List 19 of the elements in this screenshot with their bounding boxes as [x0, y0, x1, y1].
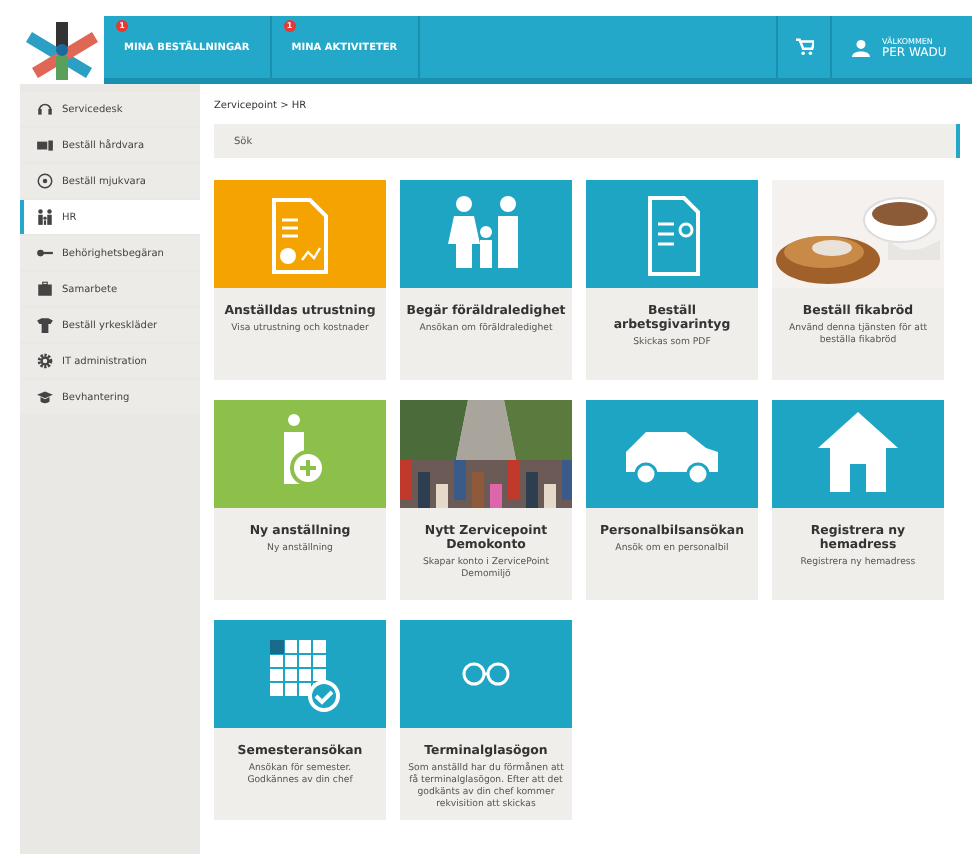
- key-icon: [36, 244, 54, 262]
- computer-icon: [36, 136, 54, 154]
- shirt-icon: [36, 316, 54, 334]
- calendar-check-icon: [269, 639, 340, 712]
- graduation-cap-icon: [36, 388, 54, 406]
- family-icon: [448, 196, 518, 268]
- glasses-icon: [462, 662, 510, 686]
- house-icon: [818, 412, 898, 492]
- cart-icon[interactable]: [795, 38, 813, 56]
- gear-icon: [36, 352, 54, 370]
- document-chart-icon: [272, 198, 328, 274]
- disc-icon: [36, 172, 54, 190]
- briefcase-icon: [36, 280, 54, 298]
- certificate-icon: [648, 196, 700, 276]
- people-icon: [36, 208, 54, 226]
- person-plus-icon: [284, 414, 326, 486]
- headset-icon: [36, 100, 54, 118]
- car-icon: [626, 432, 718, 486]
- user-icon[interactable]: [852, 37, 870, 57]
